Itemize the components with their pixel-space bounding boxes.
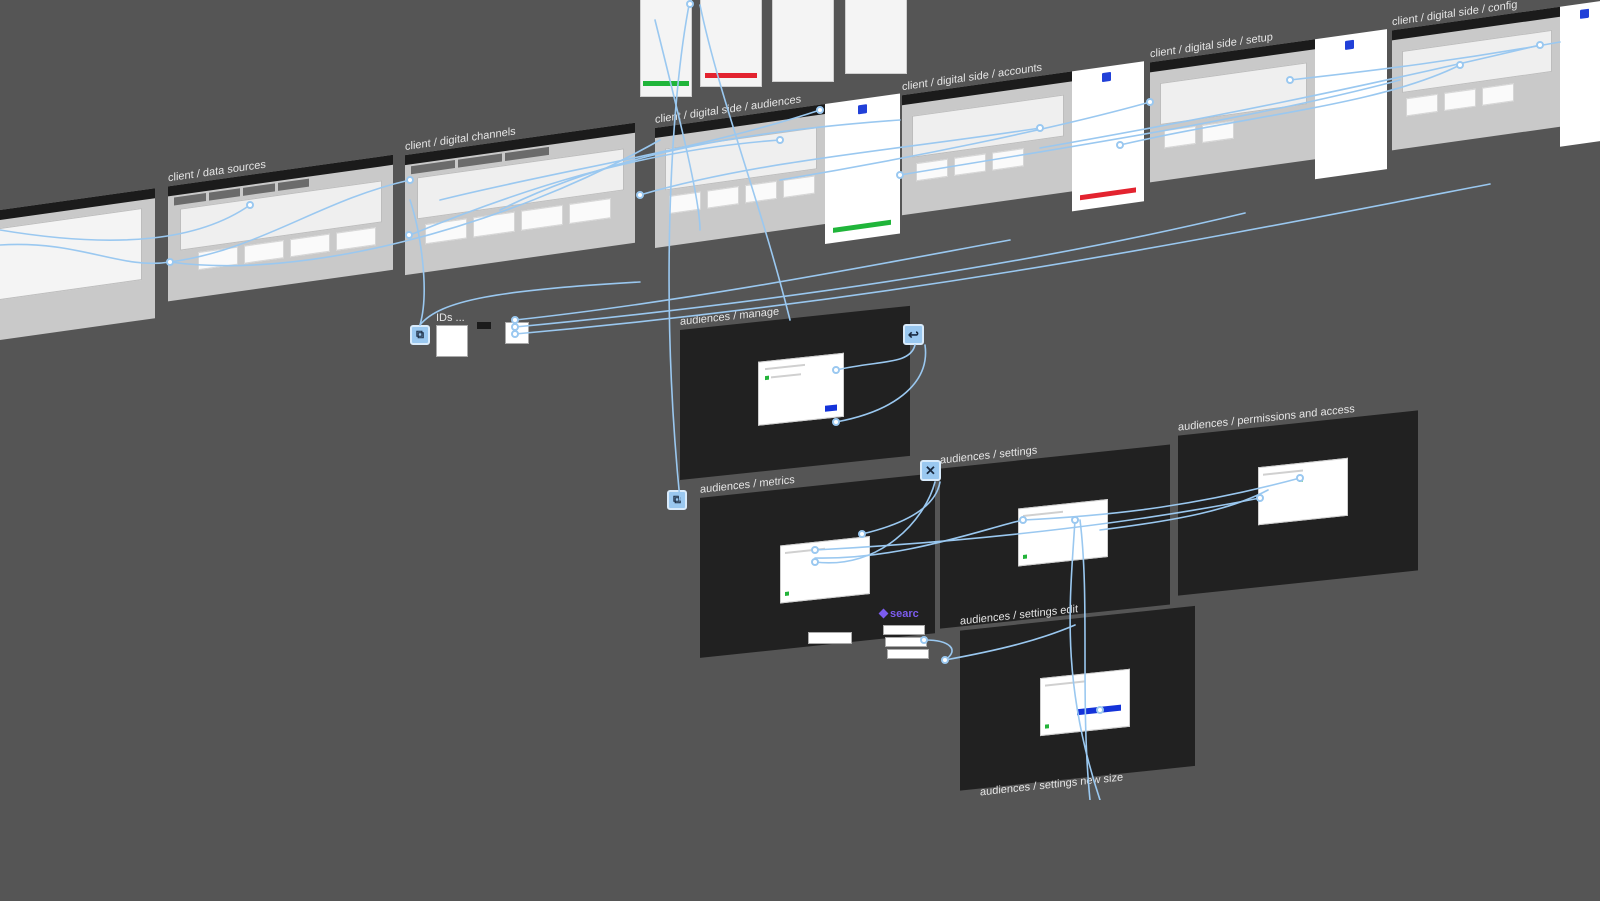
connection-handle[interactable]	[920, 636, 928, 644]
connection-handle[interactable]	[858, 530, 866, 538]
connection-line	[835, 344, 927, 423]
connection-handle[interactable]	[811, 558, 819, 566]
connection-handle[interactable]	[1096, 706, 1104, 714]
connection-handle[interactable]	[1296, 474, 1304, 482]
connection-handle[interactable]	[406, 176, 414, 184]
connection-handle[interactable]	[1256, 494, 1264, 502]
connection-handle[interactable]	[1536, 41, 1544, 49]
connection-handle[interactable]	[811, 546, 819, 554]
connection-handle[interactable]	[832, 366, 840, 374]
connection-handle[interactable]	[166, 258, 174, 266]
connection-handle[interactable]	[511, 330, 519, 338]
connection-handle[interactable]	[1019, 516, 1027, 524]
connection-handle[interactable]	[1116, 141, 1124, 149]
connection-handle[interactable]	[941, 656, 949, 664]
connection-handle[interactable]	[1456, 61, 1464, 69]
connection-handle[interactable]	[816, 106, 824, 114]
connection-line	[169, 179, 411, 263]
connection-handle[interactable]	[636, 191, 644, 199]
connection-handle[interactable]	[1286, 76, 1294, 84]
connection-line	[409, 139, 781, 236]
connection-line	[699, 4, 791, 321]
connection-handle[interactable]	[832, 418, 840, 426]
connection-line	[1039, 44, 1541, 149]
connection-line	[668, 0, 691, 501]
connection-handle[interactable]	[686, 0, 694, 8]
connection-line	[654, 19, 701, 231]
prototype-canvas[interactable]: client / data sources client / digital c…	[0, 0, 1600, 800]
connection-handle[interactable]	[1146, 98, 1154, 106]
connection-handle[interactable]	[1071, 516, 1079, 524]
connection-line	[861, 481, 941, 535]
connection-line	[1099, 489, 1269, 531]
prototype-connections	[0, 0, 1561, 800]
connection-line	[1289, 41, 1561, 81]
connection-line	[835, 344, 916, 371]
connection-line	[1079, 519, 1091, 800]
connection-handle[interactable]	[776, 136, 784, 144]
connection-line	[814, 497, 1261, 551]
connection-line	[814, 481, 936, 564]
connection-line	[814, 519, 1024, 559]
connection-handle[interactable]	[896, 171, 904, 179]
connection-line	[499, 119, 901, 211]
connection-line	[944, 624, 1076, 661]
connection-line	[439, 109, 821, 201]
connection-handle[interactable]	[405, 231, 413, 239]
connection-line	[0, 204, 251, 241]
connection-handle[interactable]	[1036, 124, 1044, 132]
connection-handle[interactable]	[246, 201, 254, 209]
connection-line	[0, 243, 171, 265]
connection-line	[169, 139, 661, 267]
connection-line	[514, 212, 1246, 328]
connection-line	[779, 101, 1151, 181]
connection-line	[409, 199, 425, 326]
